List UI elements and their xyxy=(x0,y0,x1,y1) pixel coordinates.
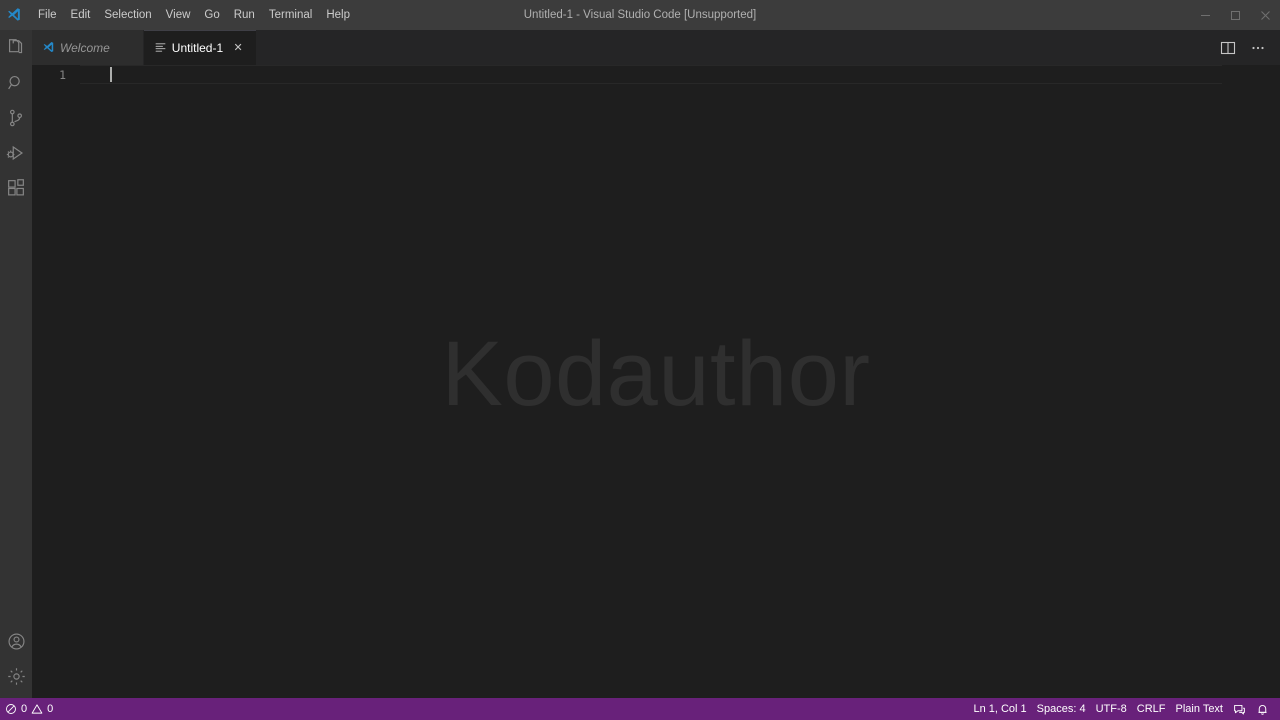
status-bar-left: 0 0 xyxy=(0,698,58,720)
vscode-window: File Edit Selection View Go Run Terminal… xyxy=(0,0,1280,720)
status-bar: 0 0 Ln 1, Col 1 Spaces: 4 UTF-8 CRLF Pla… xyxy=(0,698,1280,720)
title-bar: File Edit Selection View Go Run Terminal… xyxy=(0,0,1280,30)
activity-item-run-debug[interactable] xyxy=(0,135,32,170)
menu-item-run[interactable]: Run xyxy=(227,5,262,25)
status-encoding[interactable]: UTF-8 xyxy=(1091,698,1132,720)
status-feedback[interactable] xyxy=(1228,698,1251,720)
menu-item-selection[interactable]: Selection xyxy=(97,5,158,25)
activity-item-extensions[interactable] xyxy=(0,170,32,205)
activity-bar xyxy=(0,30,32,698)
editor-actions xyxy=(1214,30,1280,65)
activity-item-explorer[interactable] xyxy=(0,30,32,65)
menu-item-terminal[interactable]: Terminal xyxy=(262,5,319,25)
files-icon xyxy=(5,37,27,59)
status-notifications[interactable] xyxy=(1251,698,1274,720)
editor-watermark: Kodauthor xyxy=(32,65,1280,698)
activity-item-search[interactable] xyxy=(0,65,32,100)
tab-bar: Welcome ✕ Untitled-1 ✕ xyxy=(32,30,1280,65)
activity-bar-bottom xyxy=(0,624,32,698)
activity-item-source-control[interactable] xyxy=(0,100,32,135)
tab-list: Welcome ✕ Untitled-1 ✕ xyxy=(32,30,258,65)
more-actions-button[interactable] xyxy=(1244,34,1272,62)
status-language-mode[interactable]: Plain Text xyxy=(1171,698,1229,720)
gear-icon xyxy=(6,666,27,687)
text-cursor xyxy=(110,67,112,82)
warning-icon xyxy=(31,703,43,715)
activity-item-accounts[interactable] xyxy=(0,624,32,659)
activity-bar-top xyxy=(0,30,32,205)
split-editor-icon xyxy=(1220,40,1236,56)
workbench-body: Welcome ✕ Untitled-1 ✕ xyxy=(0,30,1280,698)
activity-item-settings[interactable] xyxy=(0,659,32,694)
minimize-button[interactable] xyxy=(1190,2,1220,28)
watermark-text: Kodauthor xyxy=(441,322,871,425)
status-indentation[interactable]: Spaces: 4 xyxy=(1032,698,1091,720)
tab-close-untitled-1[interactable]: ✕ xyxy=(230,40,246,56)
error-icon xyxy=(5,703,17,715)
status-problems[interactable]: 0 0 xyxy=(0,698,58,720)
account-icon xyxy=(6,631,27,652)
menu-item-edit[interactable]: Edit xyxy=(64,5,98,25)
plaintext-file-icon xyxy=(154,41,167,54)
source-control-icon xyxy=(5,107,27,129)
menu-item-view[interactable]: View xyxy=(159,5,198,25)
tab-untitled-1[interactable]: Untitled-1 ✕ xyxy=(143,30,258,65)
split-editor-button[interactable] xyxy=(1214,34,1242,62)
maximize-button[interactable] xyxy=(1220,2,1250,28)
status-editor-position[interactable]: Ln 1, Col 1 xyxy=(968,698,1031,720)
bell-icon xyxy=(1256,703,1269,716)
status-bar-right: Ln 1, Col 1 Spaces: 4 UTF-8 CRLF Plain T… xyxy=(968,698,1280,720)
editor-area: Welcome ✕ Untitled-1 ✕ xyxy=(32,30,1280,698)
run-debug-icon xyxy=(5,142,27,164)
warning-count: 0 xyxy=(47,703,54,715)
tab-label-welcome: Welcome xyxy=(60,40,110,55)
vscode-logo-icon xyxy=(3,7,25,23)
search-icon xyxy=(5,72,27,94)
line-number: 1 xyxy=(59,67,66,82)
editor-line-1: 1 xyxy=(32,65,1280,84)
menu-item-file[interactable]: File xyxy=(31,5,64,25)
menu-bar: File Edit Selection View Go Run Terminal… xyxy=(31,5,357,25)
error-count: 0 xyxy=(21,703,28,715)
vscode-logo-icon xyxy=(42,41,55,54)
menu-item-go[interactable]: Go xyxy=(197,5,226,25)
close-button[interactable] xyxy=(1250,2,1280,28)
tab-label-untitled-1: Untitled-1 xyxy=(171,40,224,55)
extensions-icon xyxy=(5,177,27,199)
ellipsis-icon xyxy=(1250,40,1266,56)
window-controls xyxy=(1190,0,1280,30)
menu-item-help[interactable]: Help xyxy=(319,5,357,25)
text-editor[interactable]: 1 Kodauthor xyxy=(32,65,1280,698)
tab-welcome[interactable]: Welcome ✕ xyxy=(32,30,144,65)
status-eol[interactable]: CRLF xyxy=(1132,698,1171,720)
feedback-icon xyxy=(1233,703,1246,716)
